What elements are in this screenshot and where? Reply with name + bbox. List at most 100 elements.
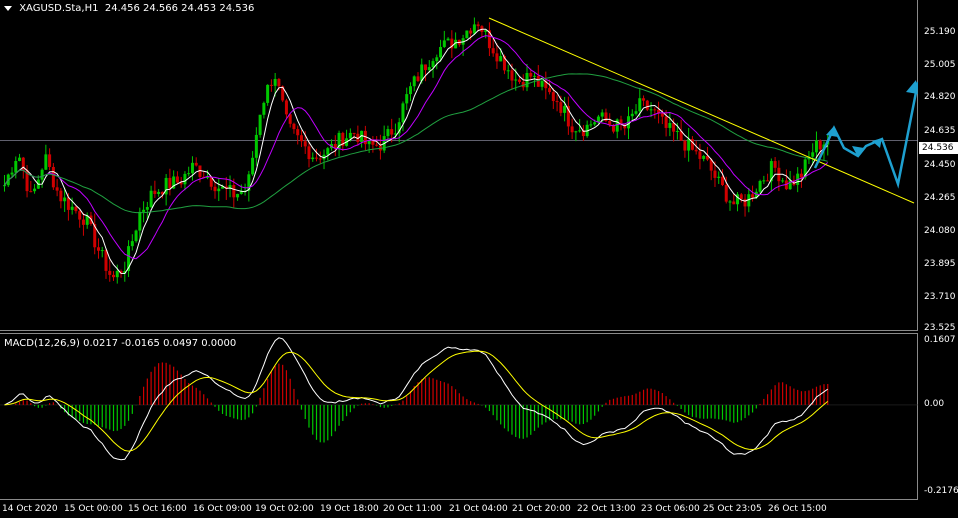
- candle-body: [375, 144, 379, 146]
- candle-body: [799, 173, 803, 178]
- candle-body: [476, 24, 480, 27]
- candle-body: [190, 162, 194, 174]
- time-axis-label: 16 Oct 09:00: [193, 504, 252, 514]
- candle-body: [40, 169, 44, 180]
- candle-body: [728, 201, 732, 203]
- candle-body: [563, 106, 567, 113]
- candle-body: [277, 78, 281, 87]
- candle-body: [698, 151, 702, 159]
- candle-body: [814, 140, 818, 153]
- candle-body: [326, 148, 330, 155]
- candle-body: [446, 38, 450, 41]
- candle-body: [649, 109, 653, 111]
- price-axis-label: 23.895: [924, 259, 956, 269]
- candle-body: [232, 185, 236, 198]
- candle-body: [781, 180, 785, 182]
- ma-fast-line: [4, 28, 829, 275]
- candle-body: [506, 70, 510, 72]
- trendline: [488, 17, 915, 204]
- price-axis-label: 24.635: [924, 126, 956, 136]
- candle-body: [3, 185, 6, 187]
- candle-body: [386, 129, 390, 137]
- candle-body: [254, 134, 258, 158]
- candle-body: [758, 181, 762, 192]
- time-axis-label: 15 Oct 16:00: [128, 504, 187, 514]
- candle-body: [600, 112, 604, 117]
- current-price-tag: 24.536: [919, 142, 958, 154]
- candle-body: [439, 46, 443, 58]
- candle-body: [142, 209, 146, 212]
- candle-body: [683, 140, 687, 151]
- price-axis-label: 24.820: [924, 92, 956, 102]
- time-axis-label: 23 Oct 06:00: [641, 504, 700, 514]
- candle-body: [81, 219, 85, 225]
- candle-body: [766, 180, 770, 182]
- candle-body: [284, 100, 288, 115]
- candle-body: [664, 116, 668, 128]
- chart-symbol: XAGUSD.Sta,H1: [19, 3, 99, 14]
- candle-body: [510, 70, 514, 81]
- candle-body: [713, 170, 717, 178]
- candle-body: [431, 61, 435, 68]
- candle-body: [74, 206, 78, 212]
- price-chart-canvas[interactable]: [0, 0, 918, 331]
- candle-body: [96, 247, 100, 251]
- candle-body: [51, 166, 55, 188]
- candle-body: [514, 79, 518, 81]
- candle-body: [536, 75, 540, 87]
- candle-body: [743, 198, 747, 207]
- macd-canvas[interactable]: [0, 334, 918, 501]
- candle-body: [292, 123, 296, 130]
- time-axis-label: 15 Oct 00:00: [64, 504, 123, 514]
- candle-body: [153, 190, 157, 194]
- candle-body: [469, 30, 473, 34]
- candle-body: [315, 157, 319, 159]
- candle-body: [762, 180, 766, 182]
- candle-body: [675, 130, 679, 132]
- candle-body: [269, 84, 273, 86]
- macd-signal-line: [4, 350, 829, 452]
- candle-body: [311, 157, 315, 160]
- candle-body: [427, 67, 431, 71]
- candle-body: [130, 241, 134, 247]
- price-axis-label: 25.190: [924, 27, 956, 37]
- candle-body: [145, 207, 149, 210]
- price-axis-label: 23.710: [924, 292, 956, 302]
- time-axis-label: 25 Oct 23:05: [703, 504, 762, 514]
- collapse-triangle-icon[interactable]: [4, 5, 12, 11]
- candle-body: [296, 129, 300, 136]
- candle-body: [157, 191, 161, 194]
- price-chart-panel[interactable]: XAGUSD.Sta,H1 24.456 24.566 24.453 24.53…: [0, 0, 918, 331]
- candle-body: [194, 162, 198, 166]
- macd-panel[interactable]: MACD(12,26,9) 0.0217 -0.0165 0.0497 0.00…: [0, 333, 918, 500]
- candle-body: [465, 30, 469, 39]
- candle-body: [401, 103, 405, 123]
- candle-body: [702, 155, 706, 159]
- candle-body: [307, 146, 311, 160]
- candle-body: [390, 129, 394, 135]
- candle-body: [63, 197, 67, 202]
- macd-axis-zero: 0.00: [924, 399, 945, 409]
- macd-main-line: [4, 337, 828, 461]
- candle-body: [717, 176, 721, 178]
- candle-body: [66, 197, 70, 210]
- candle-body: [551, 92, 555, 102]
- candle-body: [724, 185, 728, 202]
- candle-body: [499, 56, 503, 62]
- candle-body: [371, 140, 375, 145]
- candle-body: [299, 135, 303, 142]
- candle-body: [55, 187, 59, 191]
- candle-body: [59, 190, 63, 202]
- candle-body: [416, 76, 420, 81]
- candle-body: [288, 114, 292, 124]
- candle-body: [187, 173, 191, 175]
- candle-body: [634, 111, 638, 114]
- candle-body: [251, 157, 255, 175]
- candle-body: [751, 194, 755, 198]
- candle-body: [134, 230, 138, 242]
- candle-body: [720, 176, 724, 186]
- price-axis-label: 24.450: [924, 160, 956, 170]
- candle-body: [258, 114, 262, 135]
- candle-body: [115, 270, 119, 278]
- time-axis-label: 20 Oct 11:00: [383, 504, 442, 514]
